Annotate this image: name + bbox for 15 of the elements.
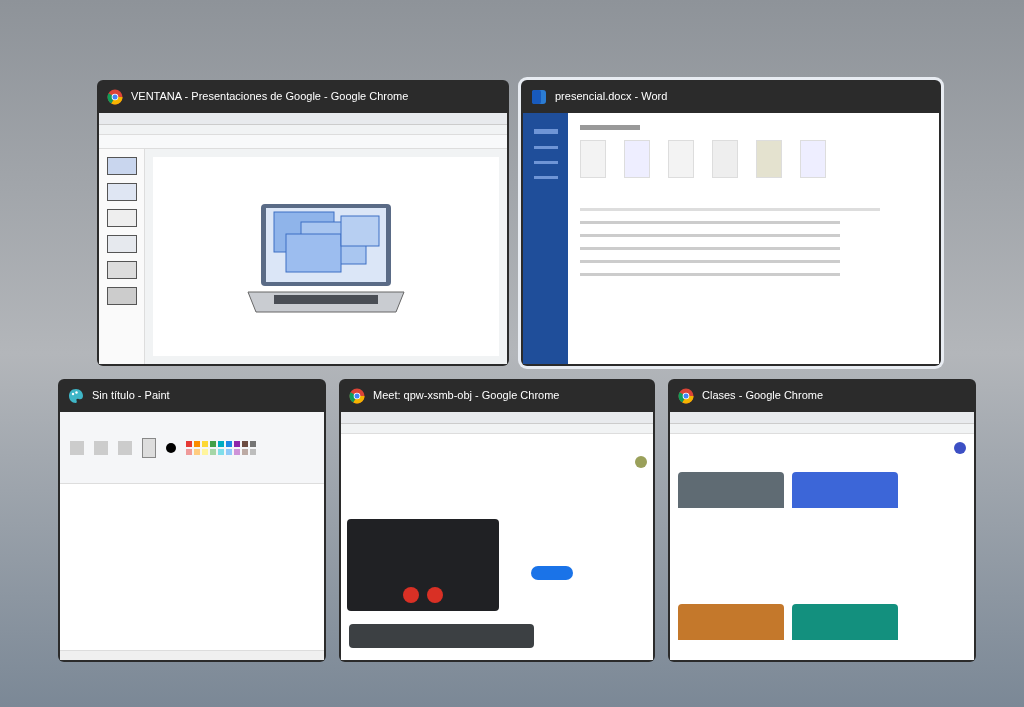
paint-palette-icon bbox=[68, 387, 84, 404]
chrome-icon bbox=[107, 88, 123, 105]
window-thumbnail[interactable]: Sin título - Paint bbox=[58, 379, 326, 662]
chrome-icon bbox=[349, 387, 365, 404]
window-title: Meet: qpw-xsmb-obj - Google Chrome bbox=[373, 388, 560, 404]
window-thumbnail[interactable]: Clases - Google Chrome bbox=[668, 379, 976, 662]
window-title: VENTANA - Presentaciones de Google - Google Chrome bbox=[131, 89, 409, 105]
window-title: presencial.docx - Word bbox=[555, 89, 668, 105]
window-thumbnail[interactable]: presencial.docx - Word bbox=[521, 80, 941, 366]
window-title: Sin título - Paint bbox=[92, 388, 170, 404]
word-icon bbox=[531, 88, 547, 105]
chrome-icon bbox=[678, 387, 694, 404]
window-title: Clases - Google Chrome bbox=[702, 388, 824, 404]
window-thumbnail[interactable]: VENTANA - Presentaciones de Google - Google Chrome bbox=[97, 80, 509, 366]
window-thumbnail[interactable]: Meet: qpw-xsmb-obj - Google Chrome bbox=[339, 379, 655, 662]
